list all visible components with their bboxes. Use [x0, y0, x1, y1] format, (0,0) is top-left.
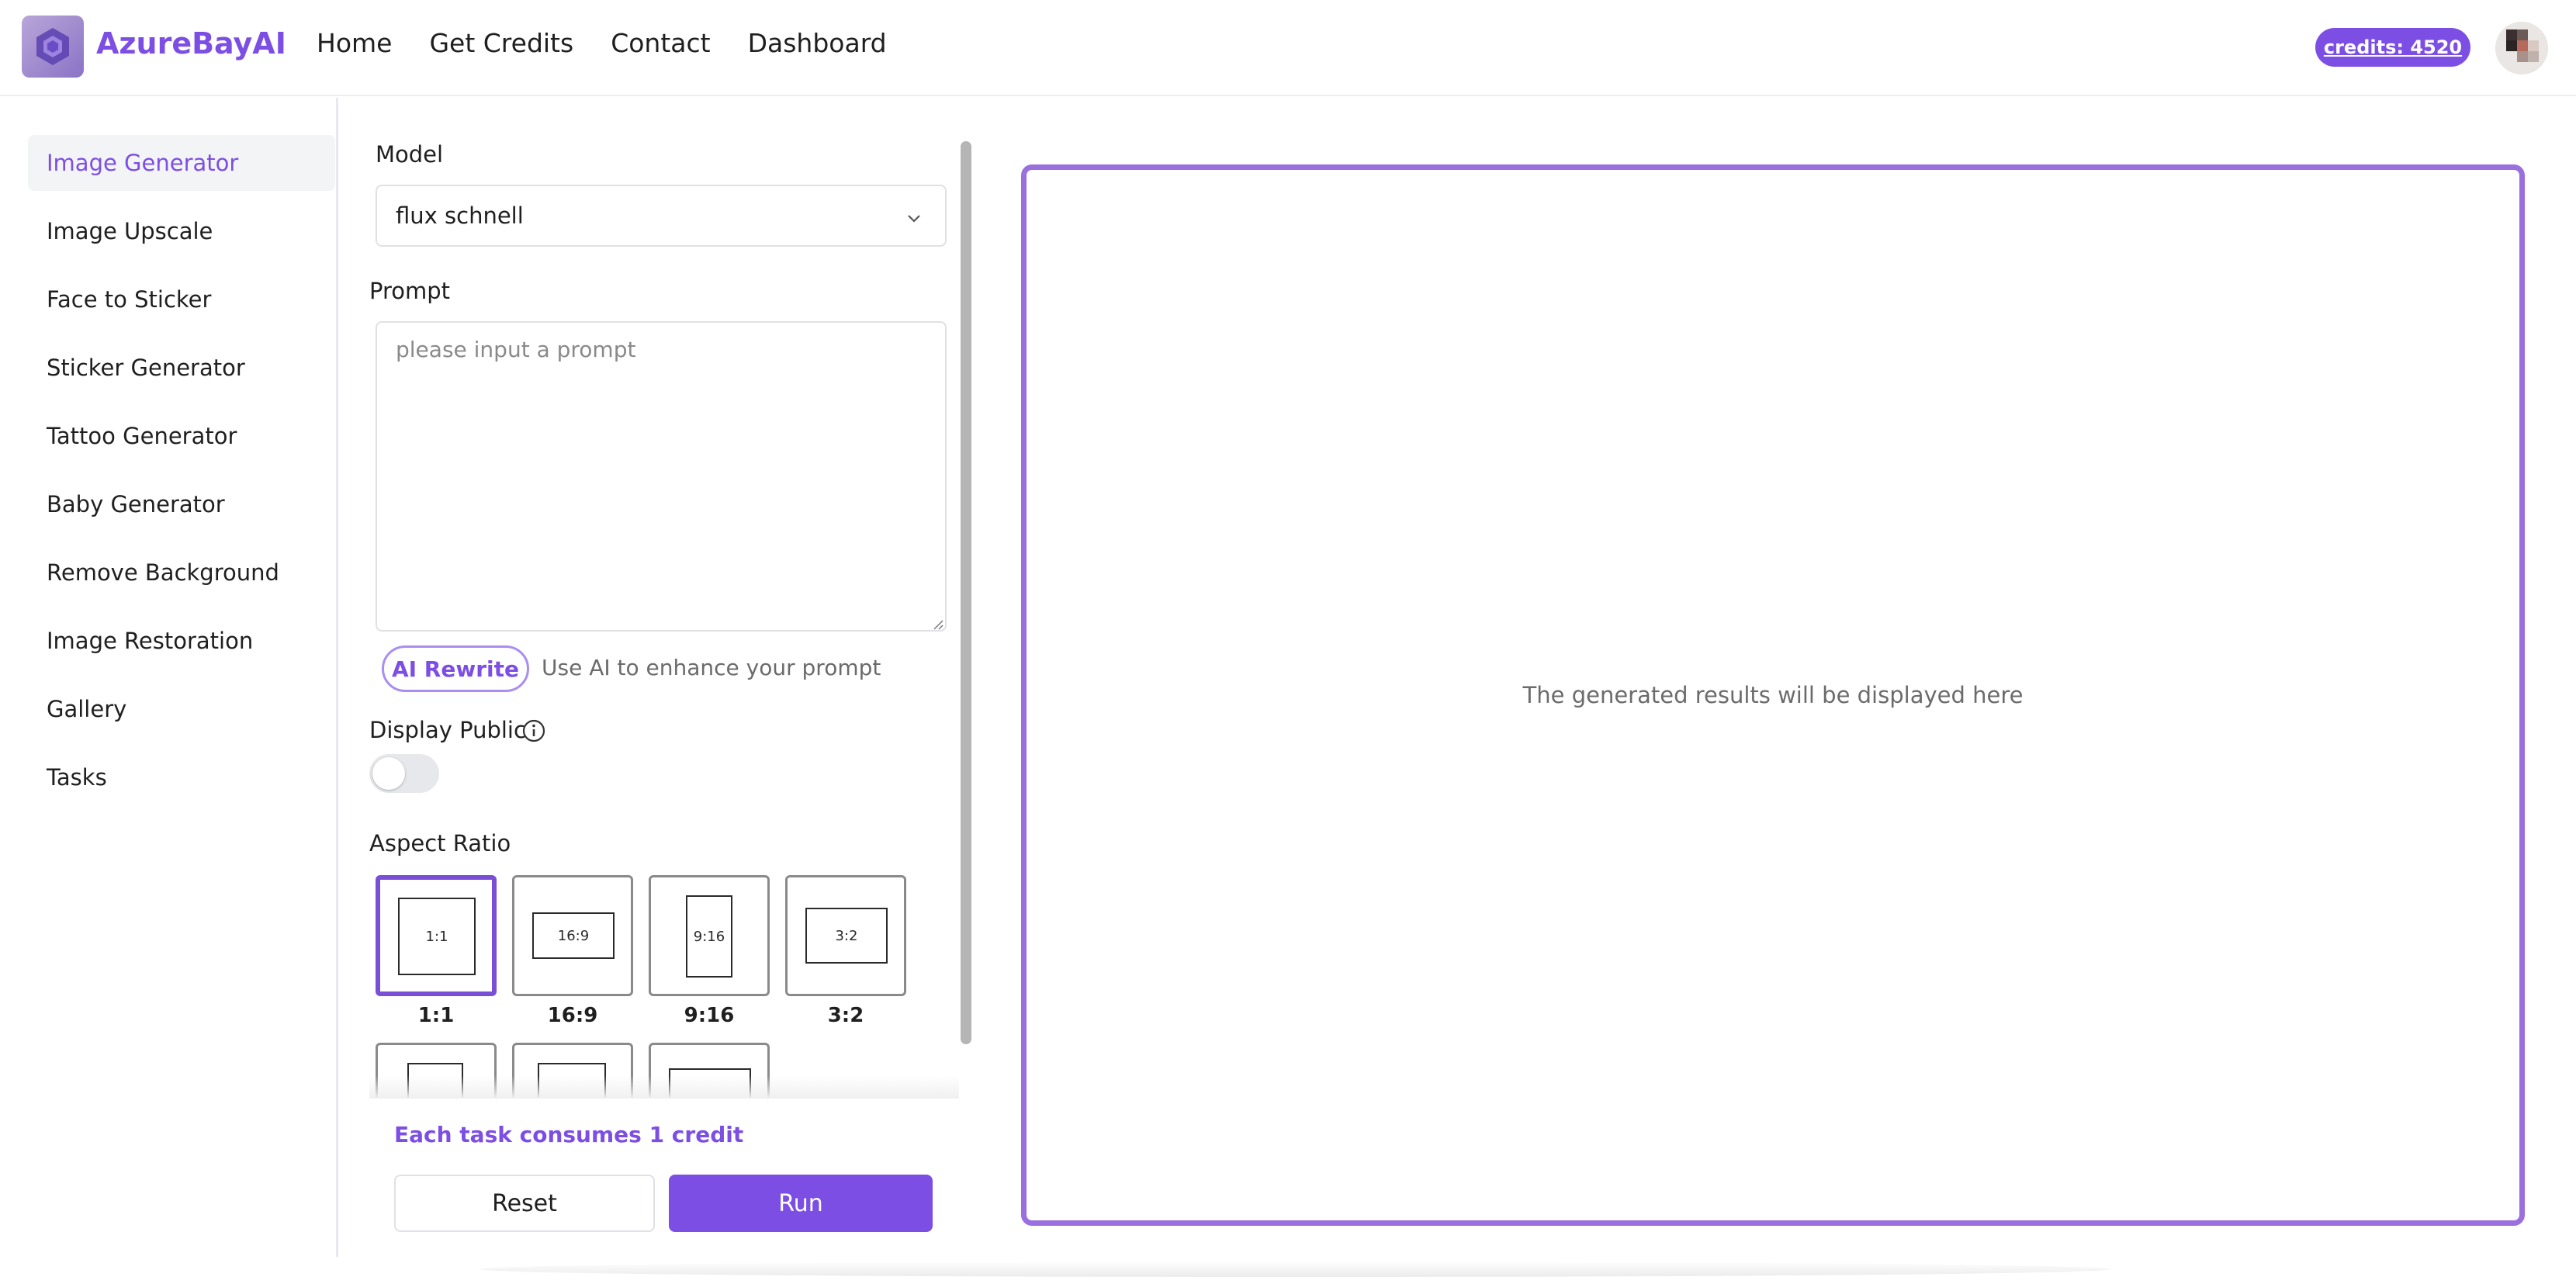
ratio-caption-1-1: 1:1	[417, 1004, 455, 1027]
sidebar-item-image-restoration[interactable]: Image Restoration	[28, 613, 335, 669]
sidebar-item-tasks[interactable]: Tasks	[28, 749, 335, 805]
sidebar: Image Generator Image Upscale Face to St…	[0, 98, 338, 1257]
sidebar-item-image-upscale[interactable]: Image Upscale	[28, 203, 335, 259]
form-scrollbar[interactable]	[961, 141, 971, 1044]
ratio-preview-1-1: 1:1	[398, 898, 476, 975]
credits-badge[interactable]: credits: 4520	[2315, 28, 2470, 67]
aspect-ratio-16-9[interactable]: 16:9	[512, 875, 633, 996]
nav-dashboard[interactable]: Dashboard	[748, 28, 887, 58]
aspect-ratio-9-16[interactable]: 9:16	[649, 875, 770, 996]
model-label: Model	[376, 141, 444, 168]
prompt-label: Prompt	[369, 278, 451, 304]
result-placeholder: The generated results will be displayed …	[1522, 682, 2024, 708]
sidebar-item-image-generator[interactable]: Image Generator	[28, 135, 335, 191]
main-nav: Home Get Credits Contact Dashboard	[317, 28, 887, 58]
nav-home[interactable]: Home	[317, 28, 392, 58]
aspect-ratio-label: Aspect Ratio	[369, 830, 511, 857]
avatar[interactable]	[2495, 22, 2548, 74]
sidebar-item-sticker-generator[interactable]: Sticker Generator	[28, 340, 335, 396]
info-icon[interactable]	[521, 718, 546, 743]
display-public-label: Display Public	[369, 717, 526, 743]
logo-icon[interactable]	[22, 16, 84, 78]
chevron-down-icon	[905, 206, 923, 233]
bottom-shadow	[481, 1261, 2110, 1277]
toggle-knob	[372, 757, 405, 790]
sidebar-item-tattoo-generator[interactable]: Tattoo Generator	[28, 408, 335, 464]
nav-get-credits[interactable]: Get Credits	[429, 28, 573, 58]
result-panel: The generated results will be displayed …	[1021, 164, 2525, 1226]
ratio-preview-9-16: 9:16	[686, 895, 732, 978]
ai-rewrite-button[interactable]: AI Rewrite	[382, 645, 529, 692]
model-select[interactable]: flux schnell	[376, 185, 947, 247]
prompt-input[interactable]	[376, 321, 947, 632]
top-header: AzureBayAI Home Get Credits Contact Dash…	[0, 0, 2576, 96]
sidebar-item-gallery[interactable]: Gallery	[28, 681, 335, 737]
credit-consumption-note: Each task consumes 1 credit	[394, 1122, 744, 1147]
reset-button[interactable]: Reset	[394, 1175, 655, 1232]
display-public-toggle[interactable]	[369, 754, 439, 793]
ratio-caption-3-2: 3:2	[827, 1004, 864, 1027]
sidebar-item-remove-background[interactable]: Remove Background	[28, 545, 335, 600]
sidebar-item-baby-generator[interactable]: Baby Generator	[28, 476, 335, 532]
aspect-ratio-3-2[interactable]: 3:2	[785, 875, 906, 996]
generator-form: Model flux schnell Prompt AI Rewrite Use…	[338, 98, 971, 1257]
aspect-ratio-1-1[interactable]: 1:1	[376, 875, 497, 996]
run-button[interactable]: Run	[669, 1175, 933, 1232]
resize-grip-icon[interactable]	[931, 618, 943, 630]
ratio-preview-16-9: 16:9	[532, 912, 615, 959]
ratio-caption-16-9: 16:9	[547, 1004, 598, 1027]
scroll-fade	[369, 1075, 959, 1099]
ratio-caption-9-16: 9:16	[684, 1004, 735, 1027]
model-select-value: flux schnell	[396, 202, 524, 229]
brand-name[interactable]: AzureBayAI	[96, 26, 286, 61]
sidebar-item-face-to-sticker[interactable]: Face to Sticker	[28, 272, 335, 327]
nav-contact[interactable]: Contact	[611, 28, 710, 58]
ratio-preview-3-2: 3:2	[805, 908, 888, 964]
ai-rewrite-hint: Use AI to enhance your prompt	[542, 655, 881, 680]
